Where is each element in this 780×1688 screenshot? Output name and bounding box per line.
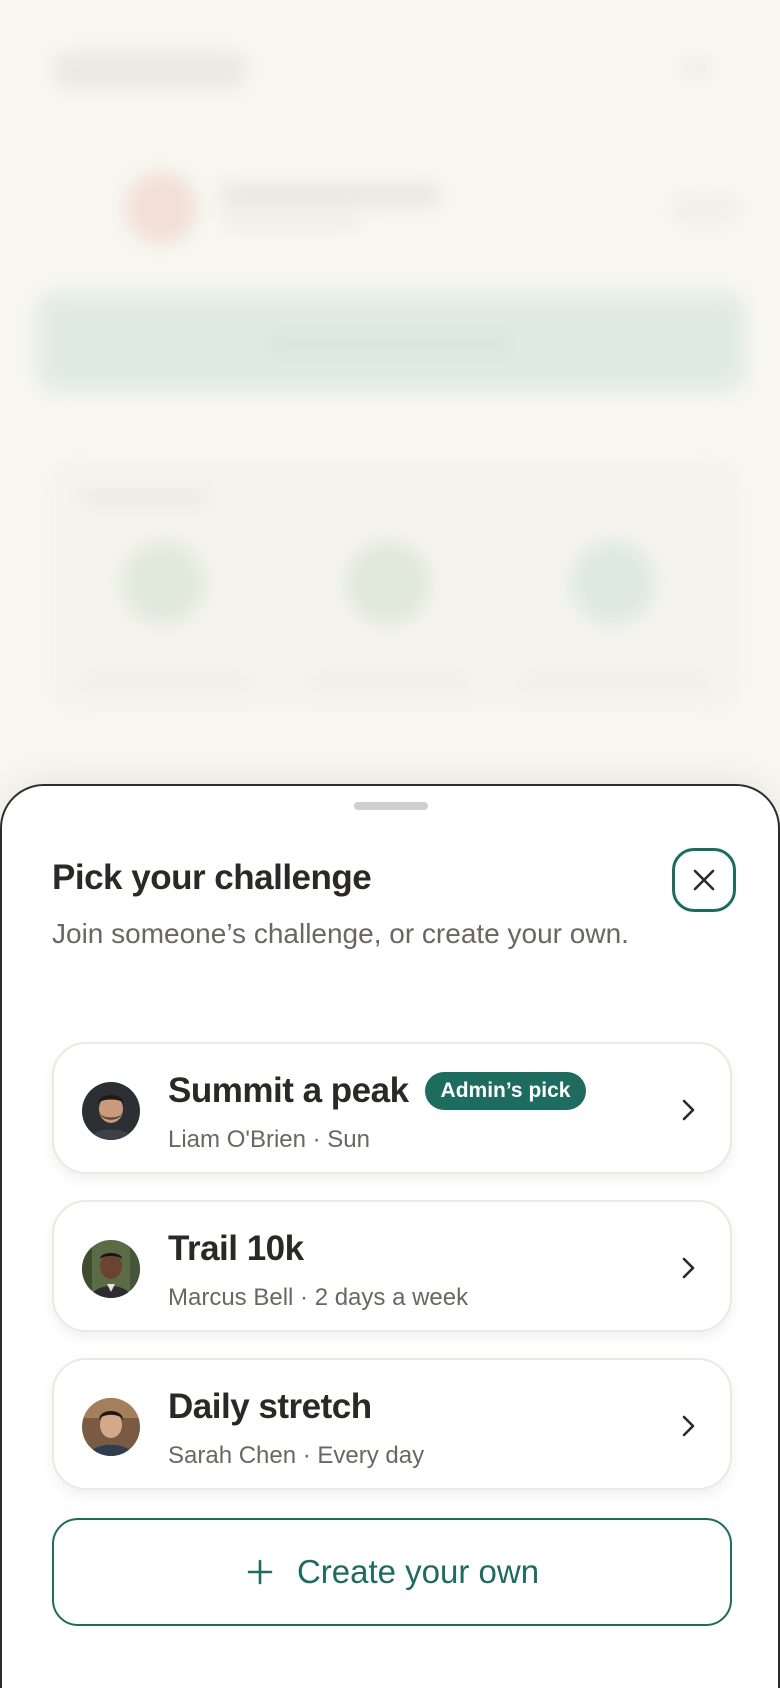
chevron-right-icon bbox=[682, 1415, 695, 1437]
admin-pick-badge: Admin’s pick bbox=[424, 1072, 587, 1110]
create-your-own-button[interactable]: Create your own bbox=[52, 1518, 732, 1626]
challenge-meta: Sarah Chen · Every day bbox=[168, 1442, 425, 1469]
challenge-meta: Liam O'Brien · Sun bbox=[168, 1126, 370, 1153]
avatar bbox=[82, 1398, 140, 1456]
challenge-item-trail-10k[interactable]: Trail 10k Marcus Bell · 2 days a week bbox=[52, 1200, 732, 1332]
bottom-sheet: Pick your challenge Join someone’s chall… bbox=[0, 784, 780, 1688]
challenge-list: Summit a peak Admin’s pick Liam O'Brien … bbox=[52, 1042, 732, 1516]
sheet-drag-handle[interactable] bbox=[354, 802, 428, 810]
chevron-right-icon bbox=[682, 1099, 695, 1121]
sheet-subtitle: Join someone’s challenge, or create your… bbox=[52, 918, 629, 949]
challenge-meta: Marcus Bell · 2 days a week bbox=[168, 1284, 469, 1311]
plus-icon bbox=[247, 1559, 273, 1585]
chevron-right-icon bbox=[682, 1257, 695, 1279]
close-button[interactable] bbox=[672, 848, 736, 912]
create-your-own-label: Create your own bbox=[296, 1553, 540, 1590]
challenge-title: Daily stretch bbox=[168, 1387, 372, 1426]
challenge-title: Trail 10k bbox=[168, 1229, 304, 1268]
close-icon bbox=[693, 869, 715, 891]
challenge-title: Summit a peak bbox=[168, 1071, 409, 1110]
avatar bbox=[82, 1082, 140, 1140]
avatar-marcus-icon bbox=[82, 1240, 140, 1298]
avatar-liam-icon bbox=[82, 1082, 140, 1140]
avatar-sarah-icon bbox=[82, 1398, 140, 1456]
challenge-item-daily-stretch[interactable]: Daily stretch Sarah Chen · Every day bbox=[52, 1358, 732, 1490]
avatar bbox=[82, 1240, 140, 1298]
challenge-item-summit-a-peak[interactable]: Summit a peak Admin’s pick Liam O'Brien … bbox=[52, 1042, 732, 1174]
sheet-title: Pick your challenge bbox=[52, 858, 372, 897]
